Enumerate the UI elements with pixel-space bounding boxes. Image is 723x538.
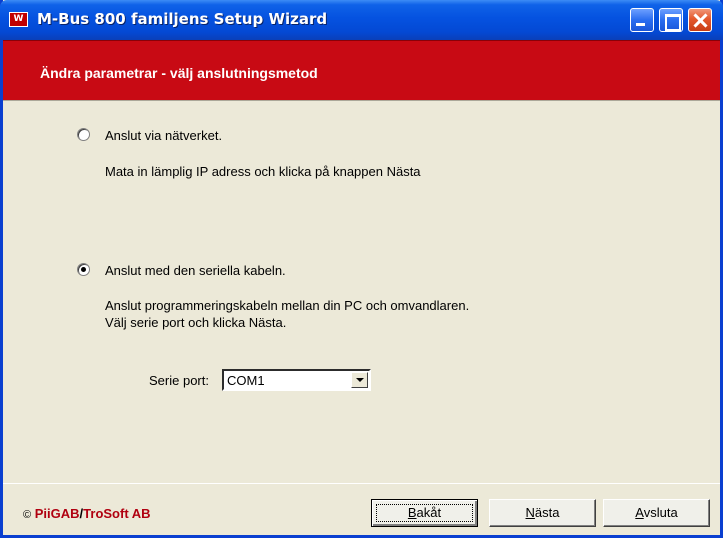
option-serial-help-line1: Anslut programmeringskabeln mellan din P…	[105, 298, 470, 313]
next-button[interactable]: Nästa	[489, 499, 596, 527]
wizard-footer: © PiiGAB/TroSoft AB Bakåt Nästa Avsluta	[3, 483, 720, 535]
maximize-button[interactable]	[659, 8, 683, 32]
copyright-symbol: ©	[23, 509, 32, 521]
option-serial-help-line2: Välj serie port och klicka Nästa.	[105, 315, 287, 330]
wizard-content	[3, 100, 720, 483]
option-network-help: Mata in lämplig IP adress och klicka på …	[105, 164, 421, 179]
exit-button[interactable]: Avsluta	[603, 499, 710, 527]
copyright-text: © PiiGAB/TroSoft AB	[23, 506, 151, 521]
option-network-label[interactable]: Anslut via nätverket.	[105, 128, 222, 143]
wizard-header: Ändra parametrar - välj anslutningsmetod	[3, 40, 720, 100]
serial-port-label: Serie port:	[149, 373, 209, 388]
serial-port-value: COM1	[227, 373, 265, 388]
title-bar[interactable]: W M-Bus 800 familjens Setup Wizard	[0, 0, 723, 40]
page-title: Ändra parametrar - välj anslutningsmetod	[40, 65, 318, 81]
next-button-mnemonic: N	[525, 505, 535, 520]
exit-button-label: vsluta	[643, 505, 678, 520]
wizard-window: W M-Bus 800 familjens Setup Wizard Ändra…	[0, 0, 723, 538]
serial-port-select[interactable]: COM1	[222, 369, 371, 391]
radio-serial[interactable]	[77, 263, 90, 276]
option-serial-label[interactable]: Anslut med den seriella kabeln.	[105, 263, 286, 278]
close-button[interactable]	[688, 8, 712, 32]
company-name-b: TroSoft AB	[83, 506, 151, 521]
minimize-button[interactable]	[630, 8, 654, 32]
company-name-a: PiiGAB	[34, 506, 80, 521]
back-button[interactable]: Bakåt	[371, 499, 478, 527]
app-icon: W	[9, 12, 28, 27]
next-button-label: ästa	[534, 505, 560, 520]
window-title: M-Bus 800 familjens Setup Wizard	[37, 10, 328, 28]
focus-rect	[376, 504, 473, 522]
radio-network[interactable]	[77, 128, 90, 141]
chevron-down-icon[interactable]	[351, 372, 368, 388]
exit-button-mnemonic: A	[635, 505, 644, 520]
